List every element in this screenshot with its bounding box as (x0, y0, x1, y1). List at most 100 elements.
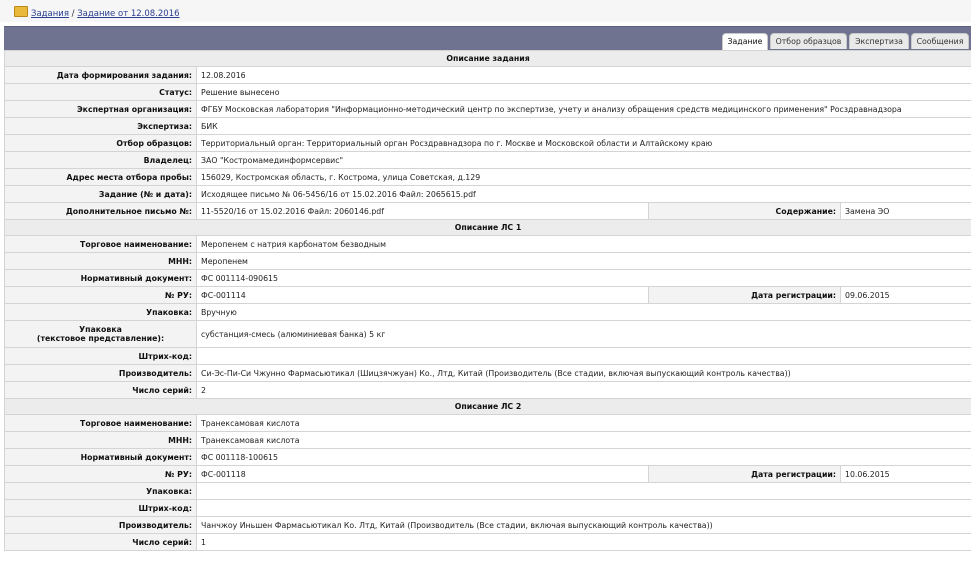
table-row: МНН: Транексамовая кислота (4, 431, 971, 449)
table-row: Число серий: 2 (4, 381, 971, 399)
field-label: Задание (№ и дата): (4, 185, 197, 203)
tab-messages[interactable]: Сообщения (911, 33, 969, 49)
field-value: 2 (195, 381, 971, 399)
table-row: Владелец: ЗАО "Костромамединформсервис" (4, 151, 971, 169)
table-row: Число серий: 1 (4, 533, 971, 551)
section-title: Описание задания (3, 50, 971, 67)
table-row: Штрих-код: (4, 499, 971, 517)
table-row: Торговое наименование: Меропенем с натрия… (4, 235, 971, 253)
field-label: Дополнительное письмо №: (4, 202, 197, 220)
field-value: ФГБУ Московская лаборатория "Информацион… (195, 100, 971, 118)
field-label: Статус: (4, 83, 197, 101)
field-label: Содержание: (648, 202, 841, 220)
table-row: Дополнительное письмо №: 11-5520/16 от 15… (4, 202, 971, 220)
field-label: Торговое наименование: (4, 235, 197, 253)
field-value (195, 499, 971, 517)
field-label: Штрих-код: (4, 347, 197, 365)
table-row: МНН: Меропенем (4, 252, 971, 270)
field-value: Транексамовая кислота (195, 431, 971, 449)
field-value: Меропенем (195, 252, 971, 270)
field-value: Меропенем с натрия карбонатом безводным (195, 235, 971, 253)
field-label: Упаковка: (4, 482, 197, 500)
section-title: Описание ЛС 2 (3, 398, 971, 415)
field-label-line: (текстовое представление): (36, 334, 165, 343)
tab-sampling[interactable]: Отбор образцов (770, 33, 847, 49)
field-value: Транексамовая кислота (195, 414, 971, 432)
field-value: ЗАО "Костромамединформсервис" (195, 151, 971, 169)
field-value: Си-Эс-Пи-Си Чжунно Фармасьютикал (Шицзяч… (195, 364, 971, 382)
field-value: Чанчжоу Иньшен Фармасьютикал Ко. Лтд, Ки… (195, 516, 971, 534)
table-row: Производитель: Си-Эс-Пи-Си Чжунно Фармась… (4, 364, 971, 382)
field-label: Владелец: (4, 151, 197, 169)
field-label: Число серий: (4, 381, 197, 399)
field-value: Замена ЭО (839, 202, 971, 220)
field-value: Вручную (195, 303, 971, 321)
field-label: Экспертиза: (4, 117, 197, 135)
breadcrumb-separator: / (71, 9, 75, 19)
table-row: Нормативный документ: ФС 001114-090615 (4, 269, 971, 287)
field-value: Территориальный орган: Территориальный о… (195, 134, 971, 152)
table-row: Отбор образцов: Территориальный орган: Те… (4, 134, 971, 152)
folder-icon (14, 6, 28, 17)
tab-expertise[interactable]: Экспертиза (849, 33, 909, 49)
section-header-ls1: Описание ЛС 1 (3, 219, 971, 236)
field-label: Дата регистрации: (648, 286, 841, 304)
field-value (195, 347, 971, 365)
field-label: Дата формирования задания: (4, 66, 197, 84)
field-label: Торговое наименование: (4, 414, 197, 432)
field-value: ФС-001118 (196, 465, 649, 483)
field-label: МНН: (4, 431, 197, 449)
details-table: Описание задания Дата формирования задан… (3, 50, 971, 551)
field-value: субстанция-смесь (алюминиевая банка) 5 к… (195, 320, 971, 348)
field-value: Решение вынесено (195, 83, 971, 101)
section-header-ls2: Описание ЛС 2 (3, 398, 971, 415)
table-row: Торговое наименование: Транексамовая кисл… (4, 414, 971, 432)
field-value: 156029, Костромская область, г. Кострома… (195, 168, 971, 186)
table-row: Штрих-код: (4, 347, 971, 365)
table-row: № РУ: ФС-001114 Дата регистрации: 09.06.201… (4, 286, 971, 304)
field-value: ФС-001114 (196, 286, 649, 304)
field-label: Экспертная организация: (4, 100, 197, 118)
table-row: Экспертная организация: ФГБУ Московская л… (4, 100, 971, 118)
table-row: Производитель: Чанчжоу Иньшен Фармасьютик… (4, 516, 971, 534)
section-header-task: Описание задания (3, 50, 971, 67)
field-label: МНН: (4, 252, 197, 270)
field-value: ФС 001118-100615 (195, 448, 971, 466)
section-title: Описание ЛС 1 (3, 219, 971, 236)
table-row: Адрес места отбора пробы: 156029, Костром… (4, 168, 971, 186)
field-label: Штрих-код: (4, 499, 197, 517)
table-row: Упаковка: (4, 482, 971, 500)
table-row: Дата формирования задания: 12.08.2016 (4, 66, 971, 84)
breadcrumb-link-current[interactable]: Задание от 12.08.2016 (77, 9, 179, 19)
table-row: Статус: Решение вынесено (4, 83, 971, 101)
field-value: Исходящее письмо № 06-5456/16 от 15.02.2… (195, 185, 971, 203)
field-value (195, 482, 971, 500)
field-label: Нормативный документ: (4, 448, 197, 466)
tab-strip: Задание Отбор образцов Экспертиза Сообще… (722, 33, 969, 50)
field-label: Отбор образцов: (4, 134, 197, 152)
breadcrumb: Задания / Задание от 12.08.2016 (14, 6, 180, 19)
field-value: 12.08.2016 (195, 66, 971, 84)
field-value: 1 (195, 533, 971, 551)
table-row: Упаковка: Вручную (4, 303, 971, 321)
field-value: 11-5520/16 от 15.02.2016 Файл: 2060146.p… (196, 202, 649, 220)
top-bar: Задания / Задание от 12.08.2016 (0, 0, 971, 22)
field-label: Адрес места отбора пробы: (4, 168, 197, 186)
field-label: Производитель: (4, 516, 197, 534)
field-value: 10.06.2015 (839, 465, 971, 483)
breadcrumb-link-tasks[interactable]: Задания (31, 9, 69, 19)
field-value: ФС 001114-090615 (195, 269, 971, 287)
table-row: Нормативный документ: ФС 001118-100615 (4, 448, 971, 466)
field-label: № РУ: (4, 286, 197, 304)
field-label-line: Упаковка (79, 325, 122, 334)
table-row: № РУ: ФС-001118 Дата регистрации: 10.06.201… (4, 465, 971, 483)
field-label: Число серий: (4, 533, 197, 551)
field-label: № РУ: (4, 465, 197, 483)
field-label: Упаковка: (4, 303, 197, 321)
table-row: Задание (№ и дата): Исходящее письмо № 06… (4, 185, 971, 203)
field-label: Дата регистрации: (648, 465, 841, 483)
tab-task[interactable]: Задание (722, 33, 768, 50)
field-label: Упаковка (текстовое представление): (4, 320, 197, 348)
field-label: Производитель: (4, 364, 197, 382)
field-value: БИК (195, 117, 971, 135)
